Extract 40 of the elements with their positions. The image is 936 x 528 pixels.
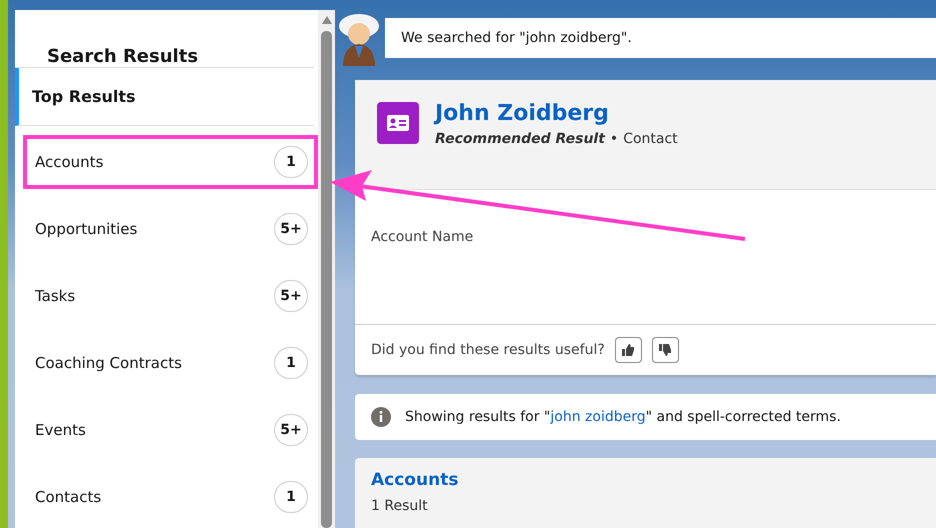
info-icon <box>371 407 391 427</box>
spell-notice-text: Showing results for "john zoidberg" and spell-corrected terms. <box>405 409 841 425</box>
separator-dot: • <box>610 131 618 147</box>
thumbs-down-button[interactable] <box>652 337 679 363</box>
recommended-label: Recommended Result <box>435 131 605 147</box>
sidebar-item[interactable]: Events 5+ <box>23 403 318 457</box>
section-title-link[interactable]: Accounts <box>371 470 920 490</box>
sidebar-title: Search Results <box>15 10 314 68</box>
count-badge: 1 <box>274 146 308 178</box>
record-type: Contact <box>623 131 678 147</box>
thumbs-down-icon <box>658 343 672 357</box>
feedback-question: Did you find these results useful? <box>371 342 605 358</box>
count-badge: 5+ <box>274 414 308 446</box>
contact-card-icon <box>377 102 419 144</box>
count-badge: 1 <box>274 347 308 379</box>
count-badge: 1 <box>274 481 308 513</box>
search-banner: We searched for "john zoidberg". <box>385 18 936 58</box>
field-label: Account Name <box>371 229 474 245</box>
sidebar-item[interactable]: Contacts 1 <box>23 470 318 524</box>
item-label: Contacts <box>35 488 102 506</box>
thumbs-up-button[interactable] <box>614 337 642 363</box>
count-badge: 5+ <box>274 213 308 245</box>
thumbs-up-icon <box>621 343 636 357</box>
sidebar-item[interactable]: Accounts 1 <box>23 135 318 189</box>
scrollbar[interactable] <box>318 10 335 528</box>
item-label: Coaching Contracts <box>35 354 182 372</box>
sidebar-item[interactable]: Coaching Contracts 1 <box>23 336 318 390</box>
scroll-thumb[interactable] <box>321 31 332 528</box>
sidebar-item[interactable]: Opportunities 5+ <box>23 202 318 256</box>
item-label: Tasks <box>35 287 76 305</box>
count-badge: 5+ <box>274 280 308 312</box>
item-label: Accounts <box>35 153 104 171</box>
top-results-tab[interactable]: Top Results <box>15 68 314 126</box>
search-term-link[interactable]: john zoidberg <box>550 409 646 425</box>
item-label: Opportunities <box>35 220 138 238</box>
item-label: Events <box>35 421 86 439</box>
scroll-up-icon[interactable] <box>322 16 332 24</box>
sidebar-item[interactable]: Tasks 5+ <box>23 269 318 323</box>
contact-name-link[interactable]: John Zoidberg <box>435 101 678 126</box>
result-count: 1 Result <box>371 498 429 514</box>
